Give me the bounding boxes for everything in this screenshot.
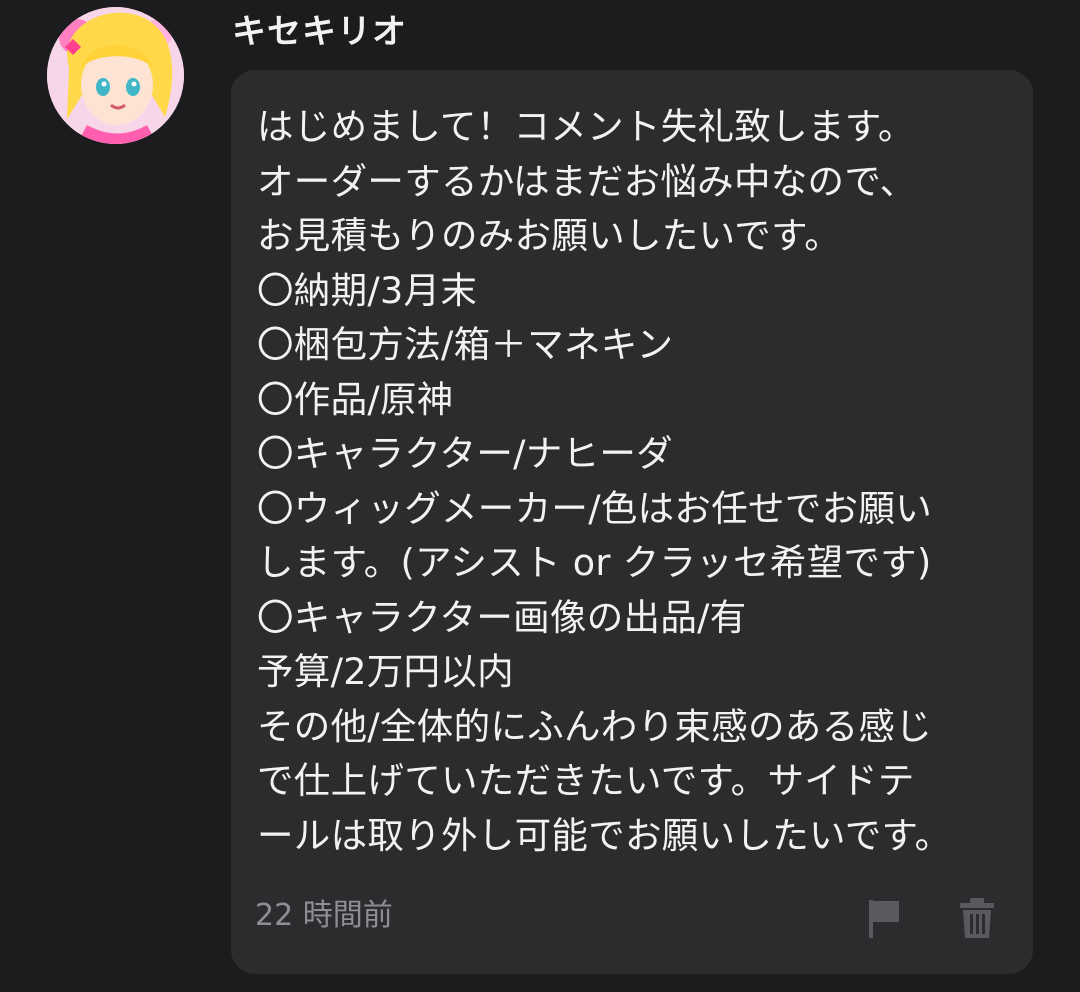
- timestamp: 22 時間前: [255, 898, 393, 933]
- comment-item: キセキリオ はじめまして！コメント失礼致します。 オーダーするかはまだお悩み中な…: [0, 0, 1080, 992]
- username[interactable]: キセキリオ: [232, 8, 407, 56]
- user-avatar-icon: [47, 7, 184, 144]
- trash-icon: [960, 898, 994, 938]
- comment-body: はじめまして！コメント失礼致します。 オーダーするかはまだお悩み中なので、 お見…: [257, 105, 952, 857]
- flag-icon: [869, 900, 899, 938]
- report-button[interactable]: [865, 896, 905, 940]
- delete-button[interactable]: [957, 896, 997, 940]
- comment-bubble: はじめまして！コメント失礼致します。 オーダーするかはまだお悩み中なので、 お見…: [231, 70, 1033, 974]
- avatar[interactable]: [47, 7, 184, 144]
